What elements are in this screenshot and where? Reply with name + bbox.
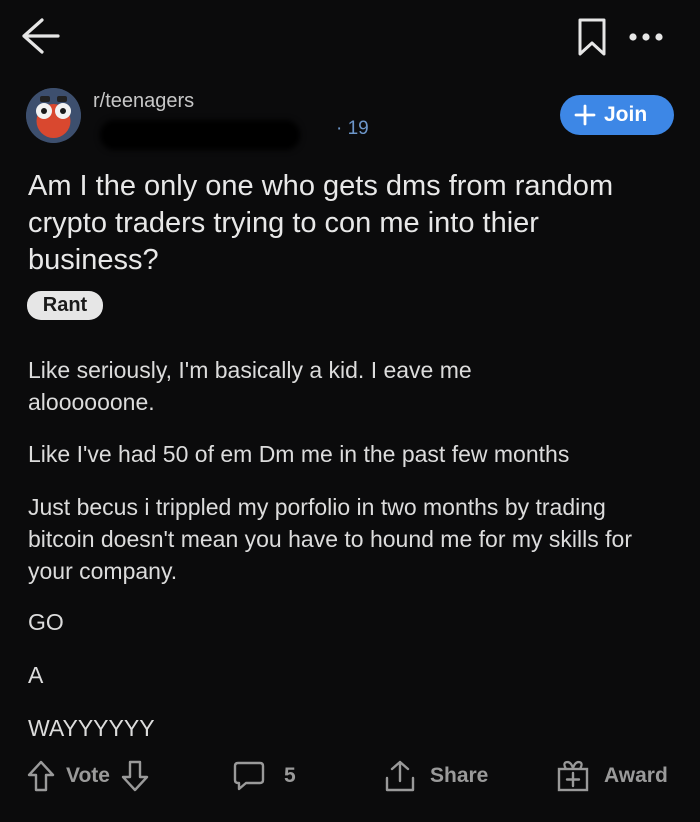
share-label: Share <box>430 764 489 787</box>
post-flair[interactable]: Rant <box>27 291 103 320</box>
post-paragraph: WAYYYYYY <box>28 715 155 741</box>
join-label: Join <box>604 103 648 126</box>
back-button[interactable] <box>14 12 66 60</box>
award-button[interactable]: Award <box>556 758 668 794</box>
bookmark-icon <box>578 18 606 56</box>
post-paragraph: Like seriously, I'm basically a kid. I e… <box>28 357 472 415</box>
post-paragraph: Just becus i trippled my porfolio in two… <box>28 494 632 584</box>
plus-icon <box>574 104 596 126</box>
downvote-arrow-icon <box>121 760 149 792</box>
redacted-username <box>100 120 300 150</box>
arrow-left-icon <box>22 18 60 54</box>
more-options-button[interactable] <box>624 20 668 54</box>
vote-control: Vote <box>26 758 150 794</box>
bookmark-button[interactable] <box>570 12 614 62</box>
upvote-button[interactable] <box>26 759 56 793</box>
gift-award-icon <box>557 760 589 792</box>
upvote-arrow-icon <box>27 760 55 792</box>
more-dots-icon <box>629 33 663 41</box>
subreddit-avatar-icon <box>26 88 81 143</box>
post-paragraph: Like I've had 50 of em Dm me in the past… <box>28 441 570 467</box>
post-paragraph: GO <box>28 609 64 635</box>
subreddit-avatar[interactable] <box>26 88 81 143</box>
comments-button[interactable]: 5 <box>232 758 296 794</box>
vote-label: Vote <box>66 764 110 787</box>
subreddit-name[interactable]: r/teenagers <box>93 90 194 113</box>
post-paragraph: A <box>28 662 44 688</box>
join-button[interactable]: Join <box>560 95 674 135</box>
share-button[interactable]: Share <box>384 758 488 794</box>
downvote-button[interactable] <box>120 759 150 793</box>
comment-count: 5 <box>284 764 296 787</box>
post-age: · 19 <box>336 118 369 139</box>
comment-bubble-icon <box>233 761 265 791</box>
post-title: Am I the only one who gets dms from rand… <box>28 170 614 276</box>
share-icon <box>385 760 415 792</box>
award-label: Award <box>604 764 668 787</box>
